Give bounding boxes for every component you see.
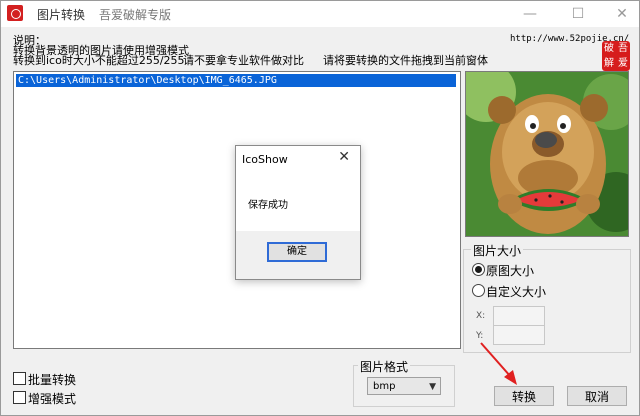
main-window: 图片转换 吾爱破解专版 — ☐ ✕ 说明： 转换背景透明的图片请使用增强模式 转…: [0, 0, 640, 416]
y-label: Y:: [476, 331, 484, 341]
cancel-button[interactable]: 取消: [567, 386, 627, 406]
enhanced-label[interactable]: 增强模式: [28, 390, 76, 407]
chevron-down-icon: ▼: [429, 382, 436, 392]
size-group-title: 图片大小: [471, 242, 524, 259]
x-label: X:: [476, 311, 486, 321]
list-item[interactable]: C:\Users\Administrator\Desktop\IMG_6465.…: [16, 74, 456, 87]
site-logo: 破 吾 解 爱: [602, 41, 630, 71]
title-bar: 图片转换 吾爱破解专版 — ☐ ✕: [1, 1, 639, 27]
description-line2-b: 请不要拿专业软件做对比: [183, 54, 304, 67]
description-line2-c: 请将要转换的文件拖拽到当前窗体: [323, 54, 488, 67]
format-group-title: 图片格式: [358, 358, 411, 375]
minimize-button[interactable]: —: [515, 1, 545, 27]
maximize-button[interactable]: ☐: [563, 1, 593, 27]
red-arrow-annotation: [480, 342, 517, 385]
bear-image: [466, 72, 628, 236]
original-size-label[interactable]: 原图大小: [486, 262, 534, 279]
logo-char: 破: [604, 43, 614, 54]
batch-checkbox[interactable]: [13, 372, 26, 385]
format-select-value: bmp: [373, 381, 396, 392]
window-subtitle: 吾爱破解专版: [99, 8, 172, 22]
window-title: 图片转换: [37, 8, 86, 22]
format-select[interactable]: bmp ▼: [367, 377, 441, 395]
dialog-title: IcoShow: [242, 153, 288, 166]
enhanced-checkbox[interactable]: [13, 391, 26, 404]
image-preview: [465, 71, 629, 237]
batch-label[interactable]: 批量转换: [28, 371, 76, 388]
logo-char: 爱: [618, 58, 628, 69]
custom-size-radio[interactable]: [472, 284, 485, 297]
message-dialog: IcoShow ✕ 保存成功 确定: [235, 145, 361, 280]
custom-size-label[interactable]: 自定义大小: [486, 283, 546, 300]
x-field[interactable]: [493, 306, 545, 326]
app-logo-icon: [7, 5, 23, 21]
dialog-footer: 确定: [236, 231, 360, 279]
logo-char: 解: [604, 58, 614, 69]
original-size-radio[interactable]: [472, 263, 485, 276]
dialog-message: 保存成功: [248, 200, 288, 211]
logo-char: 吾: [618, 43, 628, 54]
close-icon[interactable]: ✕: [338, 149, 350, 165]
convert-button[interactable]: 转换: [494, 386, 554, 406]
close-button[interactable]: ✕: [607, 1, 637, 27]
description-line2-a: 转换到ico时大小不能超过255/255: [13, 54, 185, 67]
ok-button[interactable]: 确定: [267, 242, 327, 262]
